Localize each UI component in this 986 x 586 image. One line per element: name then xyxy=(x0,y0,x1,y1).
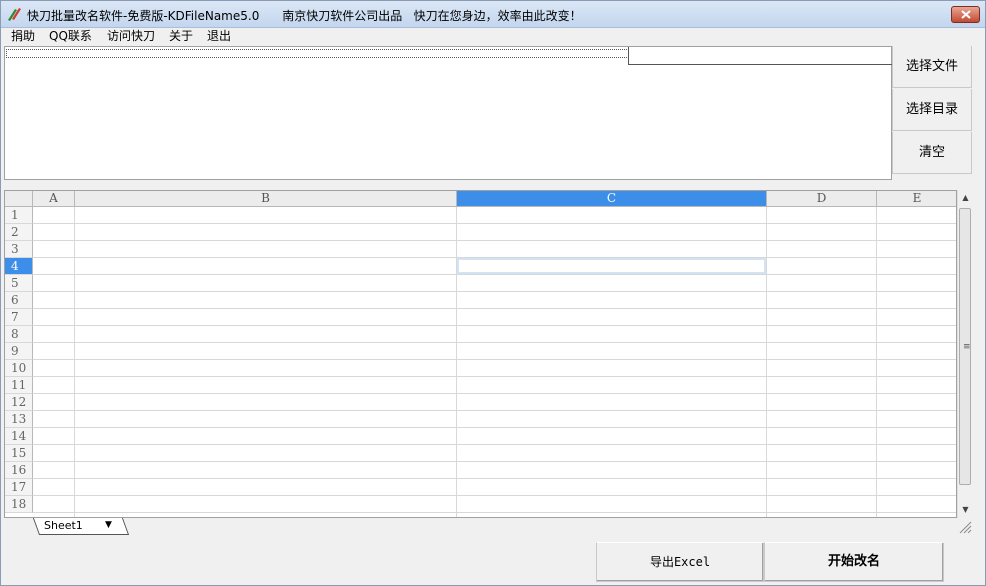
file-list-area[interactable] xyxy=(4,46,892,180)
app-window: 快刀批量改名软件-免费版-KDFileName5.0 南京快刀软件公司出品 快刀… xyxy=(0,0,986,586)
grid-line xyxy=(33,461,956,462)
close-icon xyxy=(961,10,971,19)
grid-line xyxy=(33,359,956,360)
grid-line xyxy=(33,427,956,428)
app-logo-icon xyxy=(8,8,21,21)
row-header[interactable]: 16 xyxy=(5,462,33,479)
grid-line xyxy=(33,410,956,411)
grid-line xyxy=(33,342,956,343)
grid-line xyxy=(33,495,956,496)
row-header[interactable]: 6 xyxy=(5,292,33,309)
grid-line xyxy=(33,444,956,445)
column-header-b[interactable]: B xyxy=(75,191,457,207)
sheet-tab-bar: Sheet1 ▼ xyxy=(4,518,972,536)
grid-line xyxy=(876,207,877,517)
window-title: 快刀批量改名软件-免费版-KDFileName5.0 南京快刀软件公司出品 快刀… xyxy=(27,9,582,23)
grid-line xyxy=(33,325,956,326)
select-directory-button[interactable]: 选择目录 xyxy=(892,89,972,131)
row-header[interactable]: 9 xyxy=(5,343,33,360)
row-header[interactable]: 13 xyxy=(5,411,33,428)
file-list-tab-edge xyxy=(628,47,892,65)
row-header[interactable]: 11 xyxy=(5,377,33,394)
menu-about[interactable]: 关于 xyxy=(167,28,195,46)
spreadsheet-grid[interactable]: A B C D E 1 2 3 4 5 6 7 8 9 10 11 12 13 … xyxy=(4,190,957,518)
grid-line xyxy=(33,376,956,377)
resize-grip-icon[interactable] xyxy=(956,518,972,534)
row-header[interactable]: 3 xyxy=(5,241,33,258)
row-header-selected[interactable]: 4 xyxy=(5,258,33,275)
row-header[interactable]: 12 xyxy=(5,394,33,411)
grid-line xyxy=(33,308,956,309)
close-button[interactable] xyxy=(951,6,980,23)
row-header[interactable]: 10 xyxy=(5,360,33,377)
menu-bar: 捐助 QQ联系 访问快刀 关于 退出 xyxy=(1,28,985,46)
file-list-focus-line xyxy=(6,49,629,58)
clear-button[interactable]: 清空 xyxy=(892,132,972,174)
sheet-dropdown-icon[interactable]: ▼ xyxy=(105,520,112,530)
row-header[interactable]: 17 xyxy=(5,479,33,496)
row-header[interactable]: 15 xyxy=(5,445,33,462)
grid-line xyxy=(74,207,75,517)
column-header-a[interactable]: A xyxy=(33,191,75,207)
grid-corner[interactable] xyxy=(5,191,33,207)
row-header[interactable]: 2 xyxy=(5,224,33,241)
export-excel-button[interactable]: 导出Excel xyxy=(596,542,764,582)
grid-line xyxy=(33,478,956,479)
menu-exit[interactable]: 退出 xyxy=(205,28,233,46)
grid-line xyxy=(33,512,956,513)
grid-line xyxy=(33,223,956,224)
select-file-button[interactable]: 选择文件 xyxy=(892,46,972,88)
scroll-thumb[interactable]: ≡ xyxy=(959,208,971,485)
menu-donate[interactable]: 捐助 xyxy=(9,28,37,46)
grid-line xyxy=(766,207,767,517)
grid-line xyxy=(33,240,956,241)
vertical-scrollbar[interactable]: ▲ ≡ ▼ xyxy=(957,190,972,518)
row-header[interactable]: 1 xyxy=(5,207,33,224)
row-header[interactable]: 8 xyxy=(5,326,33,343)
column-header-e[interactable]: E xyxy=(877,191,956,207)
row-header[interactable]: 18 xyxy=(5,496,33,513)
title-bar: 快刀批量改名软件-免费版-KDFileName5.0 南京快刀软件公司出品 快刀… xyxy=(1,1,985,28)
grip-icon: ≡ xyxy=(963,342,971,352)
grid-line xyxy=(33,274,956,275)
column-header-d[interactable]: D xyxy=(767,191,877,207)
row-header[interactable]: 5 xyxy=(5,275,33,292)
grid-line xyxy=(33,291,956,292)
start-rename-button[interactable]: 开始改名 xyxy=(764,542,944,582)
row-header[interactable]: 14 xyxy=(5,428,33,445)
scroll-down-icon[interactable]: ▼ xyxy=(958,502,973,518)
row-header[interactable]: 7 xyxy=(5,309,33,326)
sheet-tab-label[interactable]: Sheet1 xyxy=(44,519,83,532)
grid-line xyxy=(33,393,956,394)
grid-line xyxy=(456,207,457,517)
menu-qq-contact[interactable]: QQ联系 xyxy=(47,28,94,46)
column-header-c[interactable]: C xyxy=(457,191,767,207)
scroll-up-icon[interactable]: ▲ xyxy=(958,190,973,206)
active-cell-c4[interactable] xyxy=(457,258,766,274)
menu-visit-kuaidao[interactable]: 访问快刀 xyxy=(105,28,157,46)
